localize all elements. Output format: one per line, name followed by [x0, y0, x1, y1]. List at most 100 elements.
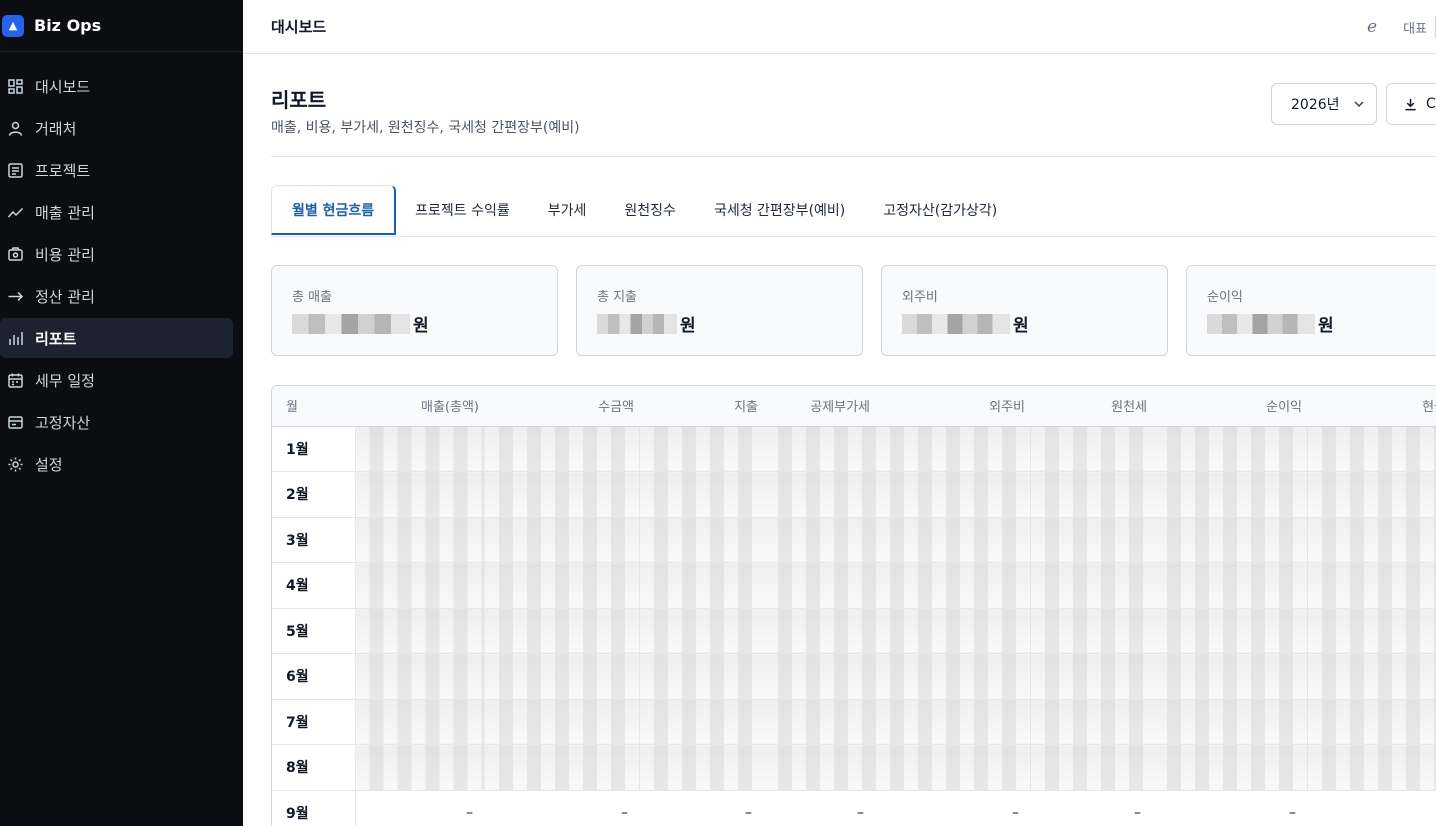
- redacted-cell: [1153, 426, 1308, 472]
- topbar: 대시보드 e 대표: [243, 0, 1436, 54]
- tab-1[interactable]: 프로젝트 수익률: [396, 185, 529, 235]
- redacted-cell: [640, 608, 764, 654]
- redacted-cell: [1308, 562, 1436, 609]
- sidebar-item-1[interactable]: 거래처: [0, 108, 233, 148]
- redacted-cell: [1308, 517, 1436, 563]
- redacted-cell: [1153, 517, 1308, 563]
- sidebar-item-4[interactable]: 비용 관리: [0, 234, 233, 274]
- table-row: 5월: [272, 608, 1436, 654]
- redacted-cell: [485, 517, 640, 563]
- sidebar-item-0[interactable]: 대시보드: [0, 66, 233, 106]
- sidebar-nav: 대시보드거래처프로젝트매출 관리비용 관리정산 관리리포트세무 일정고정자산설정: [0, 52, 243, 484]
- month-cell: 8월: [272, 744, 356, 791]
- table-cell: –: [764, 790, 876, 826]
- topbar-title: 대시보드: [271, 18, 327, 36]
- summary-card: 총 지출원: [576, 265, 863, 356]
- card-value: 원: [902, 311, 1167, 336]
- sidebar-item-label: 비용 관리: [35, 245, 95, 264]
- redacted-cell: [876, 744, 1031, 791]
- redacted-cell: [355, 471, 485, 518]
- table-row: 3월: [272, 517, 1436, 563]
- column-header: 수금액: [485, 386, 640, 427]
- summary-card: 순이익 원: [1186, 265, 1436, 356]
- sidebar-item-6[interactable]: 리포트: [0, 318, 233, 358]
- sidebar-item-label: 정산 관리: [35, 287, 95, 306]
- sidebar-item-label: 세무 일정: [35, 371, 95, 390]
- sidebar-item-9[interactable]: 설정: [0, 444, 233, 484]
- redacted-cell: [876, 562, 1031, 609]
- month-cell: 3월: [272, 517, 356, 563]
- summary-card: 총 매출 원: [271, 265, 558, 356]
- script-e-icon[interactable]: e: [1367, 17, 1377, 37]
- brand[interactable]: ▲ Biz Ops: [0, 0, 243, 52]
- asset-icon: [6, 413, 24, 431]
- sidebar-item-2[interactable]: 프로젝트: [0, 150, 233, 190]
- redacted-cell: [640, 744, 764, 791]
- table-header-row: 월매출(총액)수금액지출공제부가세외주비원천세순이익현금: [272, 386, 1436, 427]
- tab-3[interactable]: 원천징수: [605, 185, 695, 235]
- sidebar-item-label: 매출 관리: [35, 203, 95, 222]
- month-cell: 9월: [272, 790, 356, 826]
- redacted-cell: [640, 653, 764, 700]
- card-value: 원: [597, 311, 862, 336]
- sidebar-item-5[interactable]: 정산 관리: [0, 276, 233, 316]
- tab-4[interactable]: 국세청 간편장부(예비): [695, 185, 864, 235]
- redacted-cell: [355, 699, 485, 745]
- year-select[interactable]: 2026년: [1271, 83, 1377, 125]
- sidebar-item-label: 고정자산: [35, 413, 91, 432]
- redacted-cell: [485, 426, 640, 472]
- sidebar-item-label: 프로젝트: [35, 161, 91, 180]
- card-label: 총 지출: [597, 290, 638, 305]
- redacted-cell: [1308, 744, 1436, 791]
- redacted-cell: [355, 744, 485, 791]
- tab-0[interactable]: 월별 현금흐름: [271, 185, 397, 235]
- redacted-cell: [485, 699, 640, 745]
- sidebar-item-label: 리포트: [35, 329, 77, 348]
- grid-icon: [6, 77, 24, 95]
- redacted-cell: [764, 562, 876, 609]
- table-row: 7월: [272, 699, 1436, 745]
- card-label: 외주비: [902, 290, 938, 305]
- calendar-icon: [6, 371, 24, 389]
- redacted-cell: [1031, 471, 1153, 518]
- redacted-cell: [355, 517, 485, 563]
- tab-2[interactable]: 부가세: [529, 185, 606, 235]
- tab-5[interactable]: 고정자산(감가상각): [864, 185, 1016, 235]
- redacted-cell: [485, 653, 640, 700]
- card-value: 원: [292, 311, 557, 336]
- redacted-cell: [876, 471, 1031, 518]
- wallet-icon: [6, 245, 24, 263]
- column-header: 월: [272, 386, 355, 427]
- redacted-cell: [355, 653, 485, 700]
- sidebar-item-8[interactable]: 고정자산: [0, 402, 233, 442]
- redacted-value: [292, 313, 410, 334]
- redacted-cell: [1308, 608, 1436, 654]
- table-row: 2월: [272, 471, 1436, 518]
- user-name[interactable]: 대표: [1403, 18, 1427, 37]
- list-icon: [6, 161, 24, 179]
- column-header: 현금: [1308, 386, 1436, 427]
- table-cell: –: [485, 790, 640, 826]
- redacted-cell: [1308, 653, 1436, 700]
- table-row: 9월 – – – – – – –: [272, 790, 1436, 826]
- sidebar-item-label: 거래처: [35, 119, 77, 138]
- trend-icon: [6, 203, 24, 221]
- column-header: 지출: [640, 386, 764, 427]
- redacted-cell: [1031, 517, 1153, 563]
- month-cell: 2월: [272, 471, 356, 518]
- redacted-cell: [640, 517, 764, 563]
- card-value-suffix: 원: [1318, 316, 1334, 336]
- redacted-cell: [1308, 426, 1436, 472]
- summary-card: 외주비원: [881, 265, 1168, 356]
- redacted-cell: [876, 608, 1031, 654]
- redacted-cell: [1031, 653, 1153, 700]
- export-button[interactable]: C: [1386, 83, 1436, 125]
- redacted-cell: [764, 608, 876, 654]
- column-header: 원천세: [1031, 386, 1153, 427]
- redacted-cell: [640, 699, 764, 745]
- main-content: 리포트 매출, 비용, 부가세, 원천징수, 국세청 간편장부(예비) 2026…: [243, 54, 1436, 826]
- month-cell: 5월: [272, 608, 356, 654]
- redacted-cell: [876, 426, 1031, 472]
- sidebar-item-7[interactable]: 세무 일정: [0, 360, 233, 400]
- sidebar-item-3[interactable]: 매출 관리: [0, 192, 233, 232]
